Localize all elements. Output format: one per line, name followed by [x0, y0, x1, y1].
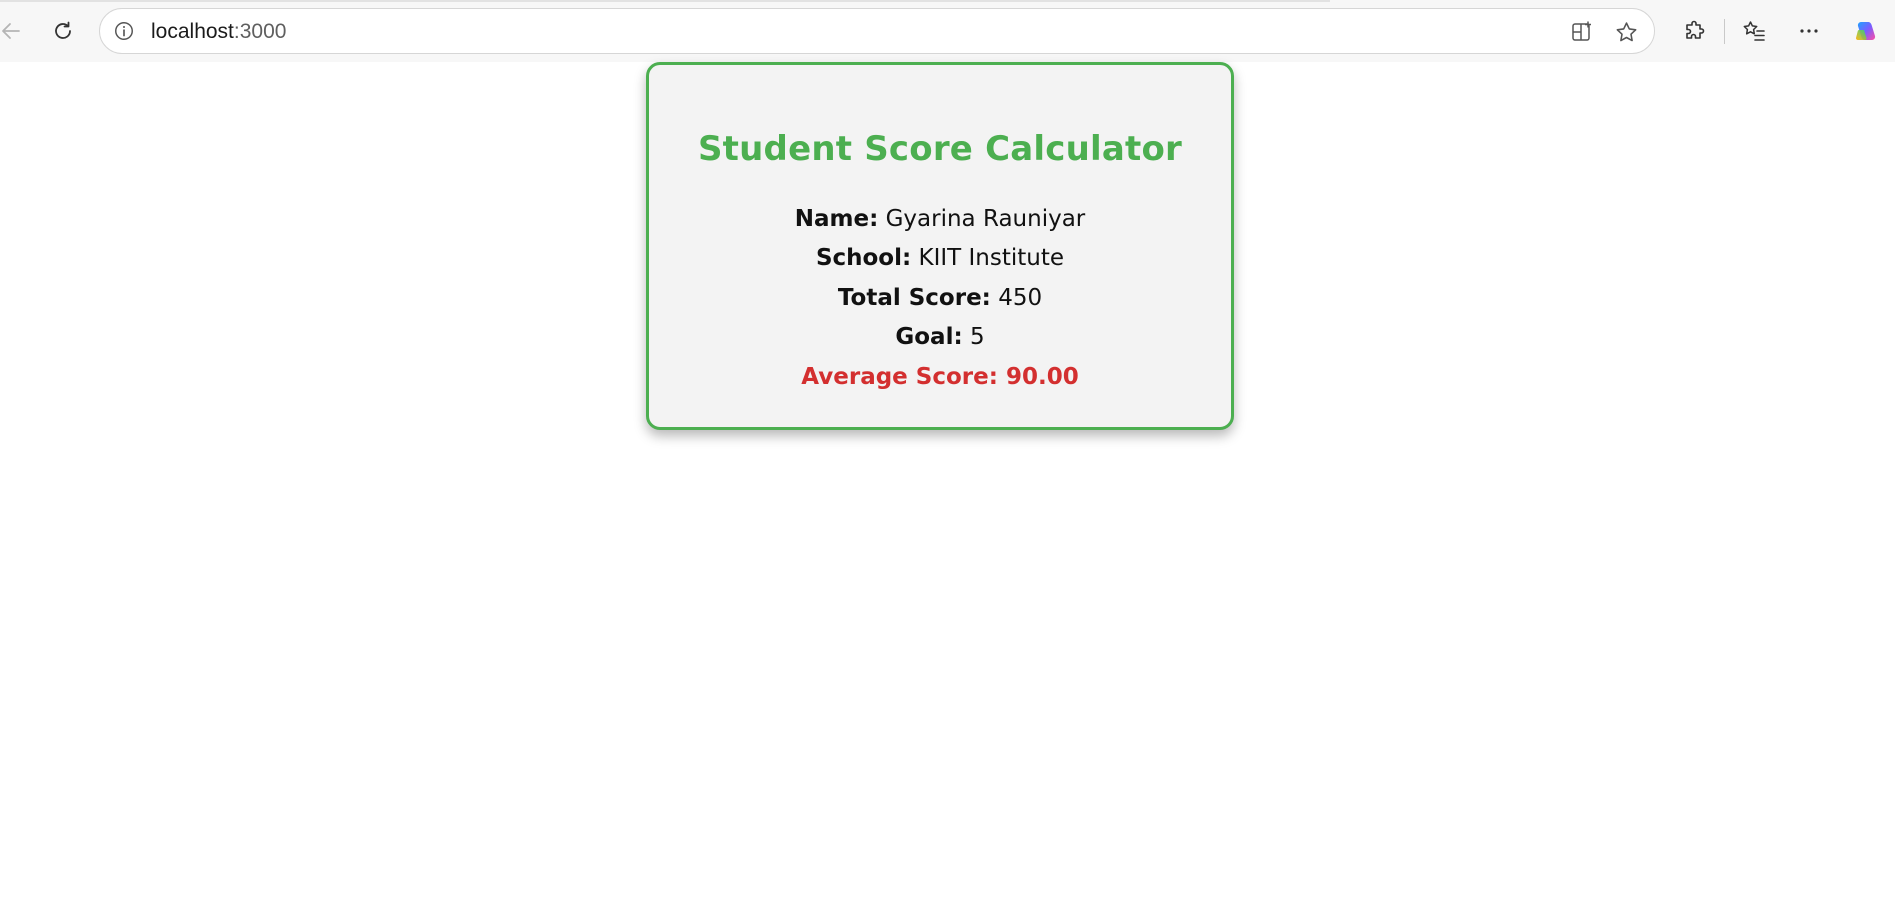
split-screen-button[interactable] [1568, 18, 1596, 46]
toolbar-separator [1724, 19, 1725, 44]
copilot-button[interactable] [1846, 12, 1884, 50]
total-score-row: Total Score: 450 [649, 285, 1231, 311]
more-dots-icon [1800, 29, 1818, 33]
name-label: Name: [794, 206, 879, 232]
url-host: localhost [151, 20, 234, 43]
split-screen-icon [1572, 21, 1591, 41]
info-icon [115, 22, 133, 40]
goal-row: Goal: 5 [649, 324, 1231, 350]
page-viewport: Student Score Calculator Name: Gyarina R… [0, 62, 1895, 913]
total-score-label: Total Score: [837, 285, 991, 311]
school-value: KIIT Institute [918, 245, 1065, 271]
average-score-row: Average Score: 90.00 [649, 364, 1231, 390]
puzzle-icon [1686, 20, 1705, 39]
more-button[interactable] [1790, 12, 1828, 50]
back-arrow-icon [2, 23, 20, 39]
browser-toolbar: localhost:3000 [0, 0, 1895, 63]
extensions-button[interactable] [1676, 12, 1714, 50]
favorites-button[interactable] [1735, 12, 1773, 50]
url-text[interactable]: localhost:3000 [151, 20, 286, 44]
name-value: Gyarina Rauniyar [885, 206, 1086, 232]
url-port: :3000 [233, 20, 287, 43]
average-score-label: Average Score: [801, 364, 998, 390]
school-label: School: [815, 245, 912, 271]
favorite-button[interactable] [1612, 18, 1640, 46]
school-row: School: KIIT Institute [649, 245, 1231, 271]
score-card: Student Score Calculator Name: Gyarina R… [646, 62, 1234, 430]
name-row: Name: Gyarina Rauniyar [649, 206, 1231, 232]
address-bar[interactable]: localhost:3000 [99, 8, 1655, 54]
refresh-icon [55, 21, 71, 39]
card-title: Student Score Calculator [698, 129, 1182, 169]
site-info-button[interactable] [110, 17, 138, 45]
refresh-button[interactable] [44, 12, 82, 50]
back-button[interactable] [0, 12, 30, 50]
goal-label: Goal: [895, 324, 963, 350]
star-icon [1616, 21, 1636, 41]
goal-value: 5 [969, 324, 985, 350]
average-score-value: 90.00 [1005, 364, 1079, 390]
tab-strip-edge [0, 0, 1330, 2]
total-score-value: 450 [998, 285, 1043, 311]
copilot-icon [1855, 22, 1876, 40]
favorites-list-icon [1743, 21, 1765, 41]
